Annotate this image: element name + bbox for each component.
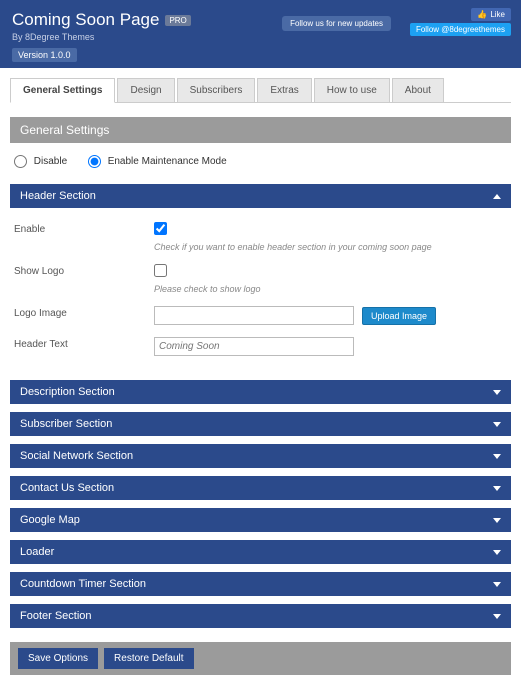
enable-checkbox[interactable]: [154, 222, 167, 235]
mode-disable-label: Disable: [34, 156, 67, 167]
section-loader-title: Loader: [20, 546, 54, 558]
show-logo-label: Show Logo: [14, 264, 154, 277]
section-map-title: Google Map: [20, 514, 80, 526]
thumb-icon: 👍: [477, 10, 487, 19]
chevron-down-icon: [493, 614, 501, 619]
chevron-down-icon: [493, 582, 501, 587]
section-countdown-bar[interactable]: Countdown Timer Section: [10, 572, 511, 596]
mode-enable-option[interactable]: Enable Maintenance Mode: [88, 156, 227, 167]
show-logo-checkbox[interactable]: [154, 264, 167, 277]
section-loader-bar[interactable]: Loader: [10, 540, 511, 564]
footer-actions-bar: Save Options Restore Default: [10, 642, 511, 675]
tab-bar: General Settings Design Subscribers Extr…: [10, 78, 511, 103]
section-contact-bar[interactable]: Contact Us Section: [10, 476, 511, 500]
plugin-header: 👍 Like Follow @8degreethemes Follow us f…: [0, 0, 521, 68]
enable-label: Enable: [14, 222, 154, 235]
tab-how-to-use[interactable]: How to use: [314, 78, 390, 102]
fb-like-label: Like: [490, 10, 505, 19]
section-header-bar[interactable]: Header Section: [10, 184, 511, 208]
twitter-follow-button[interactable]: Follow @8degreethemes: [410, 23, 511, 36]
panel-title: General Settings: [10, 117, 511, 143]
tab-extras[interactable]: Extras: [257, 78, 311, 102]
section-social-bar[interactable]: Social Network Section: [10, 444, 511, 468]
tab-about[interactable]: About: [392, 78, 444, 102]
section-social-title: Social Network Section: [20, 450, 133, 462]
chevron-down-icon: [493, 454, 501, 459]
logo-image-input[interactable]: [154, 306, 354, 325]
chevron-down-icon: [493, 422, 501, 427]
section-footer-title: Footer Section: [20, 610, 92, 622]
header-social: 👍 Like Follow @8degreethemes: [410, 8, 511, 36]
version-badge: Version 1.0.0: [12, 48, 77, 62]
upload-image-button[interactable]: Upload Image: [362, 307, 436, 325]
tab-general-settings[interactable]: General Settings: [10, 78, 115, 103]
chevron-down-icon: [493, 550, 501, 555]
mode-enable-label: Enable Maintenance Mode: [108, 156, 227, 167]
section-countdown-title: Countdown Timer Section: [20, 578, 146, 590]
pro-badge: PRO: [165, 15, 190, 26]
enable-hint: Check if you want to enable header secti…: [154, 242, 507, 252]
save-options-button[interactable]: Save Options: [18, 648, 98, 669]
show-logo-hint: Please check to show logo: [154, 284, 507, 294]
section-subscriber-bar[interactable]: Subscriber Section: [10, 412, 511, 436]
section-description-bar[interactable]: Description Section: [10, 380, 511, 404]
header-text-input[interactable]: [154, 337, 354, 356]
follow-updates-button[interactable]: Follow us for new updates: [282, 16, 391, 31]
tab-design[interactable]: Design: [117, 78, 174, 102]
section-header-title: Header Section: [20, 190, 96, 202]
section-footer-bar[interactable]: Footer Section: [10, 604, 511, 628]
chevron-down-icon: [493, 486, 501, 491]
header-text-label: Header Text: [14, 337, 154, 350]
chevron-down-icon: [493, 390, 501, 395]
mode-radio-group: Disable Enable Maintenance Mode: [10, 143, 511, 180]
mode-disable-radio[interactable]: [14, 155, 27, 168]
tab-subscribers[interactable]: Subscribers: [177, 78, 256, 102]
mode-disable-option[interactable]: Disable: [14, 156, 70, 167]
mode-enable-radio[interactable]: [88, 155, 101, 168]
section-description-title: Description Section: [20, 386, 115, 398]
section-subscriber-title: Subscriber Section: [20, 418, 112, 430]
section-header-body: Enable Check if you want to enable heade…: [10, 208, 511, 372]
content-area: General Settings Design Subscribers Extr…: [0, 68, 521, 689]
section-map-bar[interactable]: Google Map: [10, 508, 511, 532]
logo-image-label: Logo Image: [14, 306, 154, 319]
page-root: 👍 Like Follow @8degreethemes Follow us f…: [0, 0, 521, 689]
restore-default-button[interactable]: Restore Default: [104, 648, 193, 669]
section-contact-title: Contact Us Section: [20, 482, 114, 494]
chevron-up-icon: [493, 194, 501, 199]
page-title: Coming Soon Page: [12, 10, 159, 30]
chevron-down-icon: [493, 518, 501, 523]
facebook-like-button[interactable]: 👍 Like: [471, 8, 511, 21]
